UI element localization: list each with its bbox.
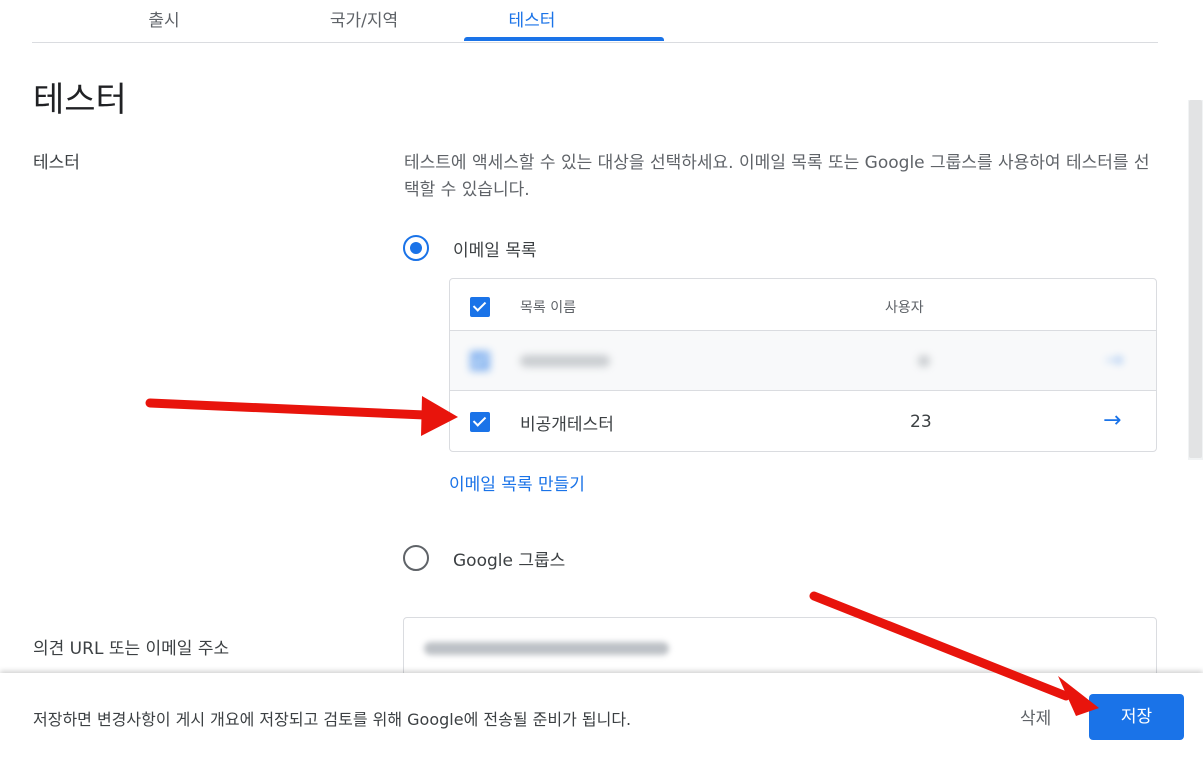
email-lists-table: 목록 이름 사용자 → 비공개테스터 23 →	[449, 278, 1157, 452]
table-header: 목록 이름 사용자	[450, 279, 1156, 331]
create-email-list-link[interactable]: 이메일 목록 만들기	[449, 470, 585, 495]
scrollbar-thumb[interactable]	[1189, 100, 1202, 458]
feedback-url-input[interactable]	[403, 617, 1157, 677]
annotation-arrow-checkbox	[145, 396, 458, 436]
arrow-right-icon[interactable]: →	[1105, 350, 1123, 372]
column-header-list-name: 목록 이름	[520, 300, 576, 316]
google-groups-radio-label[interactable]: Google 그룹스	[453, 546, 565, 571]
delete-button[interactable]: 삭제	[1020, 704, 1051, 729]
testers-section-label: 테스터	[33, 153, 80, 173]
testers-description: 테스트에 액세스할 수 있는 대상을 선택하세요. 이메일 목록 또는 Goog…	[404, 153, 1150, 200]
redacted-list-name	[520, 355, 610, 367]
save-button[interactable]: 저장	[1089, 694, 1184, 740]
tab-release[interactable]: 출시	[64, 0, 264, 42]
page-title: 테스터	[33, 80, 127, 120]
bottom-action-bar: 저장하면 변경사항이 게시 개요에 저장되고 검토를 위해 Google에 전송…	[0, 673, 1203, 758]
email-list-radio-label[interactable]: 이메일 목록	[453, 236, 537, 261]
redacted-feedback-value	[424, 642, 669, 655]
tab-testers[interactable]: 테스터	[432, 0, 632, 42]
tab-bar: 출시 국가/지역 테스터	[32, 0, 1158, 43]
list-name: 비공개테스터	[520, 415, 614, 435]
table-row[interactable]: 비공개테스터 23 →	[450, 391, 1156, 451]
arrow-right-icon[interactable]: →	[1103, 410, 1121, 432]
select-all-checkbox[interactable]	[470, 297, 490, 317]
row-checkbox[interactable]	[470, 351, 490, 371]
user-count: 23	[910, 412, 932, 432]
column-header-users: 사용자	[885, 300, 924, 316]
redacted-user-count	[918, 355, 930, 367]
save-notice: 저장하면 변경사항이 게시 개요에 저장되고 검토를 위해 Google에 전송…	[33, 710, 632, 729]
row-checkbox[interactable]	[470, 412, 490, 432]
google-groups-radio[interactable]	[403, 545, 429, 571]
table-row[interactable]: →	[450, 331, 1156, 391]
email-list-radio[interactable]	[403, 235, 429, 261]
feedback-field-label: 의견 URL 또는 이메일 주소	[33, 639, 230, 659]
active-tab-indicator	[464, 37, 664, 41]
